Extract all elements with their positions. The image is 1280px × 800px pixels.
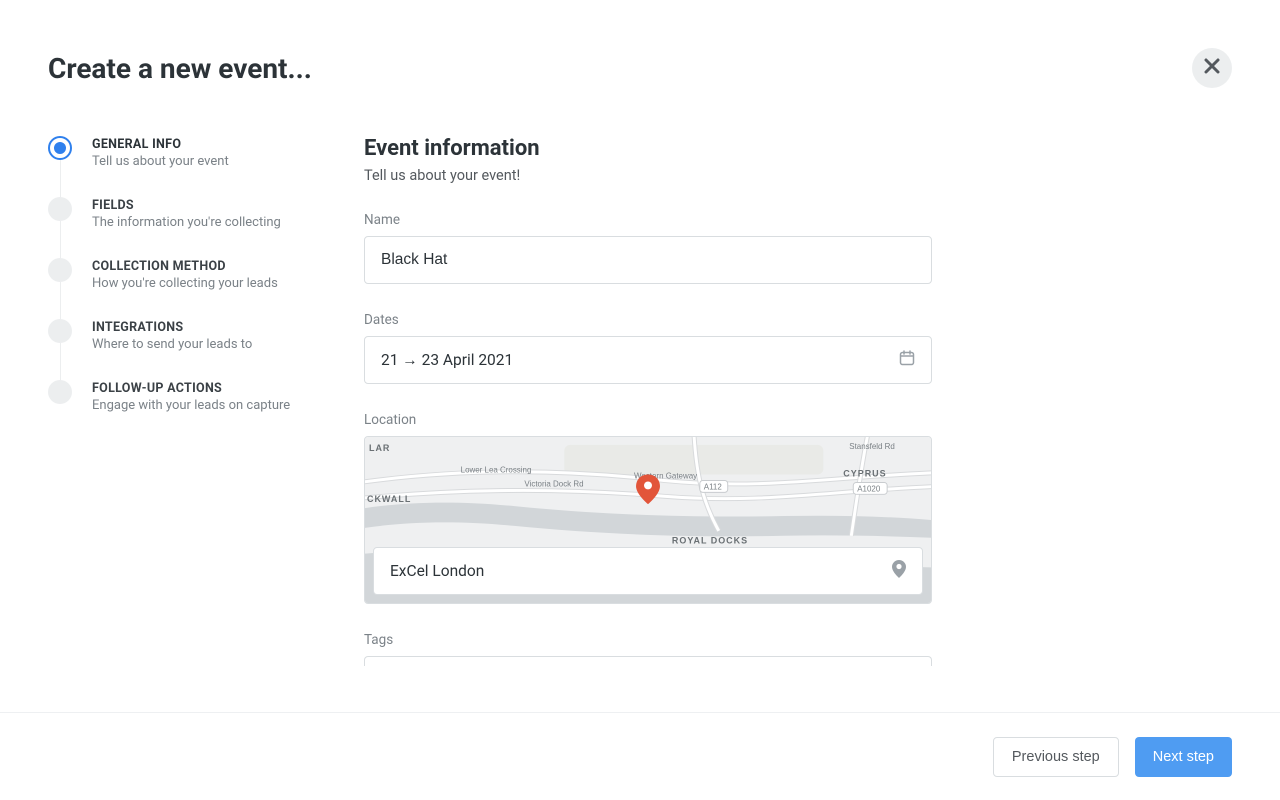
page-title: Create a new event... [48,52,312,85]
step-collection-method[interactable]: COLLECTION METHOD How you're collecting … [48,258,308,291]
event-form: Event information Tell us about your eve… [364,136,932,700]
step-title: COLLECTION METHOD [92,259,278,274]
name-input[interactable] [364,236,932,284]
step-title: GENERAL INFO [92,137,229,152]
step-subtitle: How you're collecting your leads [92,276,278,291]
step-dot-icon [48,258,72,282]
next-step-button[interactable]: Next step [1135,737,1232,777]
dates-value: 21 → 23 April 2021 [381,351,513,370]
previous-step-button[interactable]: Previous step [993,737,1119,777]
svg-text:Victoria Dock Rd: Victoria Dock Rd [524,479,583,488]
step-subtitle: Engage with your leads on capture [92,398,290,413]
section-title: Event information [364,136,932,161]
stepper: GENERAL INFO Tell us about your event FI… [48,136,308,700]
location-map[interactable]: LAR CKWALL ROYAL DOCKS CYPRUS Lower Lea … [364,436,932,604]
svg-text:Lower Lea Crossing: Lower Lea Crossing [461,466,532,475]
step-integrations[interactable]: INTEGRATIONS Where to send your leads to [48,319,308,352]
name-label: Name [364,212,932,228]
svg-text:CYPRUS: CYPRUS [843,469,886,479]
svg-text:LAR: LAR [369,443,390,453]
step-follow-up-actions[interactable]: FOLLOW-UP ACTIONS Engage with your leads… [48,380,308,413]
step-fields[interactable]: FIELDS The information you're collecting [48,197,308,230]
step-subtitle: Where to send your leads to [92,337,252,352]
close-button[interactable] [1192,48,1232,88]
svg-text:A112: A112 [704,482,722,491]
calendar-icon [899,350,915,370]
wizard-footer: Previous step Next step [0,712,1280,800]
step-dot-icon [48,136,72,160]
tags-input[interactable] [364,656,932,666]
step-general-info[interactable]: GENERAL INFO Tell us about your event [48,136,308,169]
location-input[interactable]: ExCel London [373,547,923,595]
location-label: Location [364,412,932,428]
step-dot-icon [48,380,72,404]
step-title: INTEGRATIONS [92,320,252,335]
dates-input[interactable]: 21 → 23 April 2021 [364,336,932,384]
step-dot-icon [48,197,72,221]
location-value: ExCel London [390,562,484,580]
step-title: FOLLOW-UP ACTIONS [92,381,290,396]
section-subtitle: Tell us about your event! [364,167,932,184]
dates-label: Dates [364,312,932,328]
svg-text:A1020: A1020 [857,484,881,493]
svg-text:ROYAL DOCKS: ROYAL DOCKS [672,536,748,546]
step-subtitle: The information you're collecting [92,215,281,230]
step-dot-icon [48,319,72,343]
tags-label: Tags [364,632,932,648]
close-icon [1204,57,1220,80]
location-pin-icon [892,560,906,582]
svg-text:CKWALL: CKWALL [367,494,411,504]
step-title: FIELDS [92,198,281,213]
step-subtitle: Tell us about your event [92,154,229,169]
svg-text:Stansfeld Rd: Stansfeld Rd [849,442,895,451]
